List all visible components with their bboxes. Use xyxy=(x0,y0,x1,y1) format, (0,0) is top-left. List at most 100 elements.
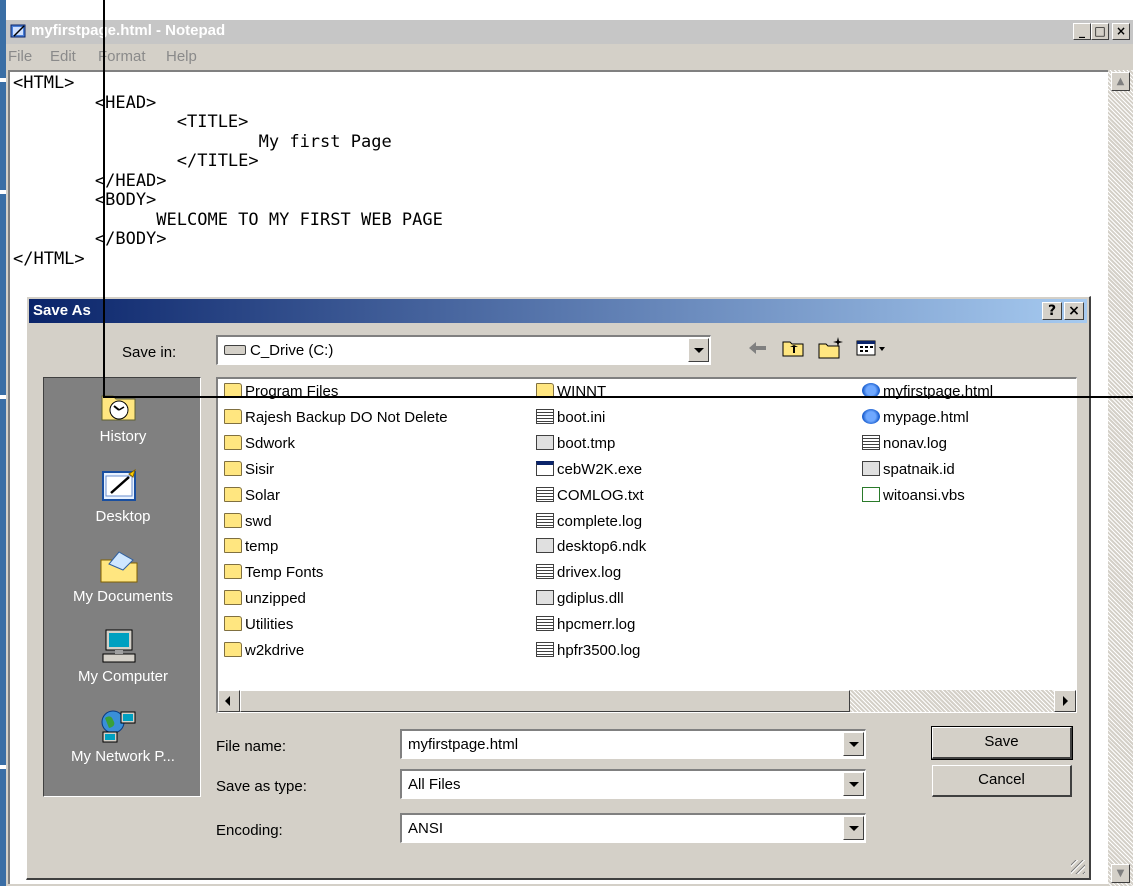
file-list-item[interactable]: w2kdrive xyxy=(224,640,304,662)
folder-icon xyxy=(224,538,242,554)
menu-edit[interactable]: Edit xyxy=(50,48,76,65)
file-name: gdiplus.dll xyxy=(557,590,624,608)
resize-grip-icon[interactable] xyxy=(1071,860,1085,874)
back-arrow-icon[interactable] xyxy=(746,335,770,361)
tmp-file-icon xyxy=(862,460,880,476)
file-list-item[interactable]: cebW2K.exe xyxy=(536,459,642,481)
file-name-field[interactable]: myfirstpage.html xyxy=(400,729,866,759)
maximize-button[interactable]: □ xyxy=(1091,23,1109,40)
file-list-item[interactable]: complete.log xyxy=(536,511,642,533)
dialog-help-button[interactable]: ? xyxy=(1042,302,1062,320)
file-name: complete.log xyxy=(557,512,643,530)
folder-icon xyxy=(224,642,242,657)
file-list-item[interactable]: gdiplus.dll xyxy=(536,588,624,610)
file-list-item[interactable]: hpfr3500.log xyxy=(536,640,640,662)
exe-file-icon xyxy=(536,460,554,476)
minimize-button[interactable]: _ xyxy=(1073,23,1091,40)
file-list-item[interactable]: nonav.log xyxy=(862,433,947,455)
chevron-down-icon[interactable] xyxy=(843,816,864,840)
cancel-button[interactable]: Cancel xyxy=(932,765,1072,797)
view-menu-icon[interactable] xyxy=(855,335,889,361)
chevron-down-icon[interactable] xyxy=(843,772,864,796)
menu-help[interactable]: Help xyxy=(166,48,197,65)
close-button[interactable]: × xyxy=(1112,23,1130,40)
file-list-item[interactable]: mypage.html xyxy=(862,407,969,429)
my-computer-icon xyxy=(102,629,136,663)
notepad-titlebar[interactable]: myfirstpage.html - Notepad _ □ × xyxy=(6,20,1133,44)
file-list-item[interactable]: myfirstpage.html xyxy=(862,381,993,403)
save-in-dropdown[interactable]: C_Drive (C:) xyxy=(216,335,711,365)
chevron-down-icon[interactable] xyxy=(843,732,864,756)
file-list-item[interactable]: boot.tmp xyxy=(536,433,615,455)
file-list-item[interactable]: Sdwork xyxy=(224,433,295,455)
vbs-file-icon xyxy=(862,486,880,502)
my-network-places-icon xyxy=(101,710,136,743)
place-label: History xyxy=(99,428,147,445)
place-my-network[interactable]: My Network P... xyxy=(44,702,202,782)
scroll-up-arrow-icon[interactable]: ▲ xyxy=(1111,72,1130,91)
file-list-item[interactable]: unzipped xyxy=(224,588,306,610)
encoding-value: ANSI xyxy=(408,820,444,837)
place-label: My Network P... xyxy=(71,748,175,765)
file-list-item[interactable]: Rajesh Backup DO Not Delete xyxy=(224,407,448,429)
place-label: Desktop xyxy=(95,508,151,525)
file-list-item[interactable]: hpcmerr.log xyxy=(536,614,635,636)
folder-icon xyxy=(224,590,242,606)
scroll-right-arrow-icon[interactable] xyxy=(1054,690,1076,712)
file-list-item[interactable]: Solar xyxy=(224,485,280,507)
scroll-down-arrow-icon[interactable]: ▼ xyxy=(1111,864,1130,883)
dialog-close-button[interactable]: × xyxy=(1064,302,1084,320)
save-button[interactable]: Save xyxy=(931,726,1073,760)
scroll-thumb[interactable] xyxy=(240,690,850,712)
encoding-dropdown[interactable]: ANSI xyxy=(400,813,866,843)
file-list-item[interactable]: temp xyxy=(224,536,278,558)
code-line: WELCOME TO MY FIRST WEB PAGE xyxy=(13,209,443,230)
place-my-documents[interactable]: My Documents xyxy=(44,542,202,622)
file-list-item[interactable]: Sisir xyxy=(224,459,274,481)
scroll-left-arrow-icon[interactable] xyxy=(218,690,240,712)
folder-icon xyxy=(224,434,242,450)
file-name: COMLOG.txt xyxy=(557,486,644,504)
file-list-item[interactable]: WINNT xyxy=(536,381,606,403)
new-folder-icon[interactable] xyxy=(817,335,845,361)
file-list-item[interactable]: spatnaik.id xyxy=(862,459,955,481)
place-desktop[interactable]: Desktop xyxy=(44,462,202,542)
notepad-vertical-scrollbar[interactable]: ▲ ▼ xyxy=(1108,70,1133,886)
file-list[interactable]: Program Files Rajesh Backup DO Not Delete… xyxy=(216,377,1077,713)
file-list-item[interactable]: COMLOG.txt xyxy=(536,485,644,507)
my-documents-icon xyxy=(100,551,138,583)
place-my-computer[interactable]: My Computer xyxy=(44,622,202,702)
ie-html-icon xyxy=(862,408,880,424)
save-as-type-dropdown[interactable]: All Files xyxy=(400,769,866,799)
code-line: My first Page xyxy=(13,131,392,152)
dialog-titlebar[interactable]: Save As ? × xyxy=(29,299,1087,323)
tmp-file-icon xyxy=(536,538,554,554)
file-list-item[interactable]: drivex.log xyxy=(536,562,621,584)
file-list-item[interactable]: swd xyxy=(224,511,272,533)
history-icon xyxy=(101,395,136,421)
file-list-item[interactable]: Program Files xyxy=(224,381,338,403)
text-file-icon xyxy=(536,642,554,657)
horizontal-scrollbar[interactable] xyxy=(218,690,1076,712)
file-list-item[interactable]: boot.ini xyxy=(536,407,605,429)
file-name: Sisir xyxy=(245,460,275,478)
file-name: hpcmerr.log xyxy=(557,616,636,634)
file-list-item[interactable]: desktop6.ndk xyxy=(536,536,646,558)
up-folder-icon[interactable] xyxy=(781,335,807,361)
file-name: Rajesh Backup DO Not Delete xyxy=(245,408,448,426)
desktop-icon xyxy=(102,468,136,501)
chevron-down-icon[interactable] xyxy=(688,338,709,362)
code-line: </TITLE> xyxy=(13,151,259,171)
file-list-item[interactable]: witoansi.vbs xyxy=(862,485,965,507)
file-list-item[interactable]: Utilities xyxy=(224,614,293,636)
place-label: My Computer xyxy=(77,668,169,685)
file-name: desktop6.ndk xyxy=(557,538,647,556)
file-list-item[interactable]: Temp Fonts xyxy=(224,562,323,584)
dll-file-icon xyxy=(536,590,554,606)
drive-icon xyxy=(224,345,246,355)
place-history[interactable]: History xyxy=(44,382,202,462)
tmp-file-icon xyxy=(536,434,554,450)
menu-format[interactable]: Format xyxy=(98,48,146,65)
folder-icon xyxy=(224,486,242,502)
menu-file[interactable]: File xyxy=(8,48,32,65)
